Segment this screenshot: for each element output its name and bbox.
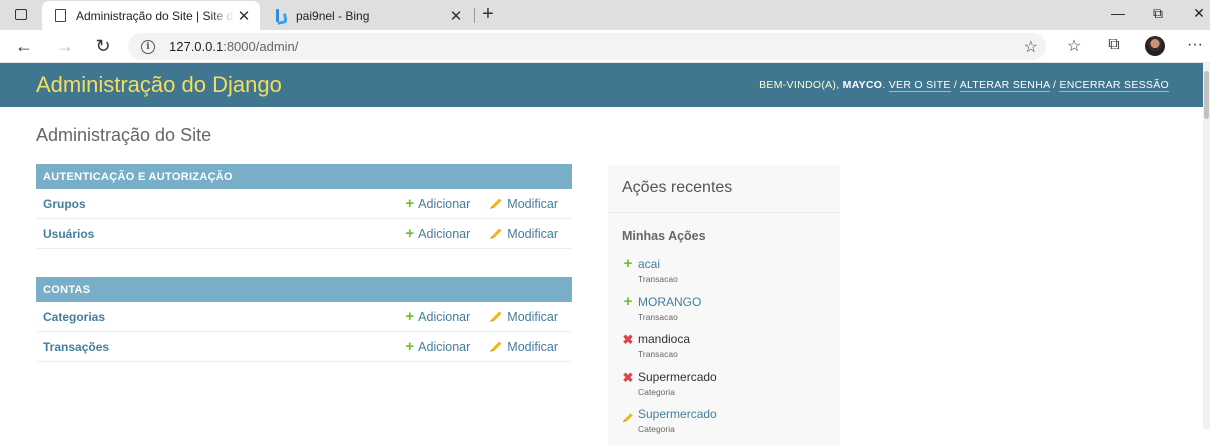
browser-tab-bing[interactable]: pai9nel - Bing ✕ xyxy=(262,1,472,30)
module-auth: Autenticação e Autorização Grupos + Adici… xyxy=(36,164,572,249)
change-link[interactable]: Modificar xyxy=(491,340,558,354)
logout-link[interactable]: Encerrar sessão xyxy=(1059,79,1169,92)
change-link[interactable]: Modificar xyxy=(491,197,558,211)
minimize-button[interactable]: — xyxy=(1108,5,1128,21)
delete-icon: ✖ xyxy=(622,369,634,385)
add-link[interactable]: + Adicionar xyxy=(405,337,470,355)
page-title: Administração do Site xyxy=(36,125,212,145)
refresh-button[interactable]: ↻ xyxy=(93,36,113,56)
model-link[interactable]: Usuários xyxy=(36,227,405,241)
module-caption[interactable]: Contas xyxy=(36,277,572,302)
info-icon[interactable]: i xyxy=(141,39,155,54)
tab-actions-icon xyxy=(15,9,27,20)
forward-button[interactable]: → xyxy=(55,36,75,56)
window-close-button[interactable]: ✕ xyxy=(1189,5,1209,22)
restore-button[interactable]: ⧉ xyxy=(1148,5,1168,22)
recent-action-name: mandioca xyxy=(638,332,691,346)
module-contas: Contas Categorias + Adicionar Modificar T… xyxy=(36,277,572,362)
tab-divider xyxy=(474,8,475,23)
site-branding[interactable]: Administração do Django xyxy=(36,72,282,98)
new-tab-button[interactable]: + xyxy=(478,3,498,26)
user-tools: Bem-vindo(a), Mayco. Ver o site / Altera… xyxy=(759,79,1169,92)
close-icon[interactable]: ✕ xyxy=(446,7,466,25)
plus-icon: + xyxy=(405,337,415,355)
recent-action-link[interactable]: MORANGO xyxy=(638,295,826,309)
admin-header: Administração do Django Bem-vindo(a), Ma… xyxy=(0,63,1203,107)
model-link[interactable]: Categorias xyxy=(36,310,405,324)
recent-action-type: Transacao xyxy=(638,349,678,359)
profile-avatar[interactable] xyxy=(1145,36,1165,56)
collections-icon[interactable]: ⧉ xyxy=(1104,36,1124,54)
tab-actions-button[interactable] xyxy=(8,6,34,24)
recent-actions-panel: Ações recentes Minhas Ações + acai Trans… xyxy=(608,165,840,445)
url-text[interactable]: 127.0.0.1:8000/admin/ xyxy=(169,39,298,54)
plus-icon: + xyxy=(405,307,415,325)
view-site-link[interactable]: Ver o site xyxy=(888,79,951,92)
username: Mayco xyxy=(842,79,883,91)
change-link[interactable]: Modificar xyxy=(491,227,558,241)
page-scrollbar[interactable] xyxy=(1203,63,1210,429)
pencil-icon xyxy=(491,341,502,352)
module-caption[interactable]: Autenticação e Autorização xyxy=(36,164,572,189)
recent-action-link[interactable]: Supermercado xyxy=(638,407,826,421)
plus-icon: + xyxy=(405,224,415,242)
recent-action-type: Categoria xyxy=(638,424,675,434)
address-bar-row: ← → ↻ i 127.0.0.1:8000/admin/ ☆ ☆ ⧉ ··· xyxy=(0,30,1210,63)
change-password-link[interactable]: Alterar senha xyxy=(959,79,1050,92)
add-icon: + xyxy=(623,255,633,272)
add-link[interactable]: + Adicionar xyxy=(405,307,470,325)
recent-action-item: ✖ Supermercado Categoria xyxy=(622,370,826,408)
pencil-icon xyxy=(491,198,502,209)
tab-title: pai9nel - Bing xyxy=(296,8,370,23)
model-row-groups: Grupos + Adicionar Modificar xyxy=(36,189,572,219)
recent-actions-title: Ações recentes xyxy=(608,165,840,213)
tab-title: Administração do Site | Site de a xyxy=(76,8,234,23)
my-actions-title: Minhas Ações xyxy=(622,229,706,243)
change-link[interactable]: Modificar xyxy=(491,310,558,324)
recent-action-item: + MORANGO Transacao xyxy=(622,292,826,333)
plus-icon: + xyxy=(405,194,415,212)
back-button[interactable]: ← xyxy=(14,36,34,56)
recent-action-name: Supermercado xyxy=(638,369,717,384)
pencil-icon xyxy=(491,311,502,322)
add-link[interactable]: + Adicionar xyxy=(405,224,470,242)
recent-action-type: Categoria xyxy=(638,386,675,397)
pencil-icon xyxy=(491,228,502,239)
model-link[interactable]: Transações xyxy=(36,340,405,354)
browser-tab-admin[interactable]: Administração do Site | Site de a ✕ xyxy=(42,1,260,30)
add-icon: + xyxy=(623,292,633,310)
model-link[interactable]: Grupos xyxy=(36,197,405,211)
recent-action-item: ✖ mandioca Transacao xyxy=(622,332,826,370)
model-row-transactions: Transações + Adicionar Modificar xyxy=(36,332,572,362)
recent-action-item: Supermercado Categoria xyxy=(622,407,826,445)
recent-actions-list: + acai Transacao + MORANGO Transacao ✖ m… xyxy=(608,243,840,445)
welcome-text: Bem-vindo(a), xyxy=(759,79,840,91)
more-icon[interactable]: ··· xyxy=(1185,36,1205,54)
recent-action-item: + acai Transacao xyxy=(622,255,826,295)
close-icon[interactable]: ✕ xyxy=(234,7,254,25)
recent-action-link[interactable]: acai xyxy=(638,257,826,271)
favorites-icon[interactable]: ☆ xyxy=(1064,36,1084,56)
recent-action-type: Transacao xyxy=(638,274,678,284)
browser-tab-bar: Administração do Site | Site de a ✕ pai9… xyxy=(0,0,1210,30)
document-icon xyxy=(52,8,68,24)
address-bar[interactable]: i 127.0.0.1:8000/admin/ ☆ xyxy=(128,33,1046,60)
bing-icon xyxy=(272,8,288,24)
recent-action-type: Transacao xyxy=(638,311,678,322)
add-link[interactable]: + Adicionar xyxy=(405,194,470,212)
delete-icon: ✖ xyxy=(622,332,634,347)
pencil-icon xyxy=(622,408,634,422)
scrollbar-thumb[interactable] xyxy=(1204,71,1209,119)
model-row-users: Usuários + Adicionar Modificar xyxy=(36,219,572,249)
add-favorite-icon[interactable]: ☆ xyxy=(1024,37,1038,57)
model-row-categories: Categorias + Adicionar Modificar xyxy=(36,302,572,332)
